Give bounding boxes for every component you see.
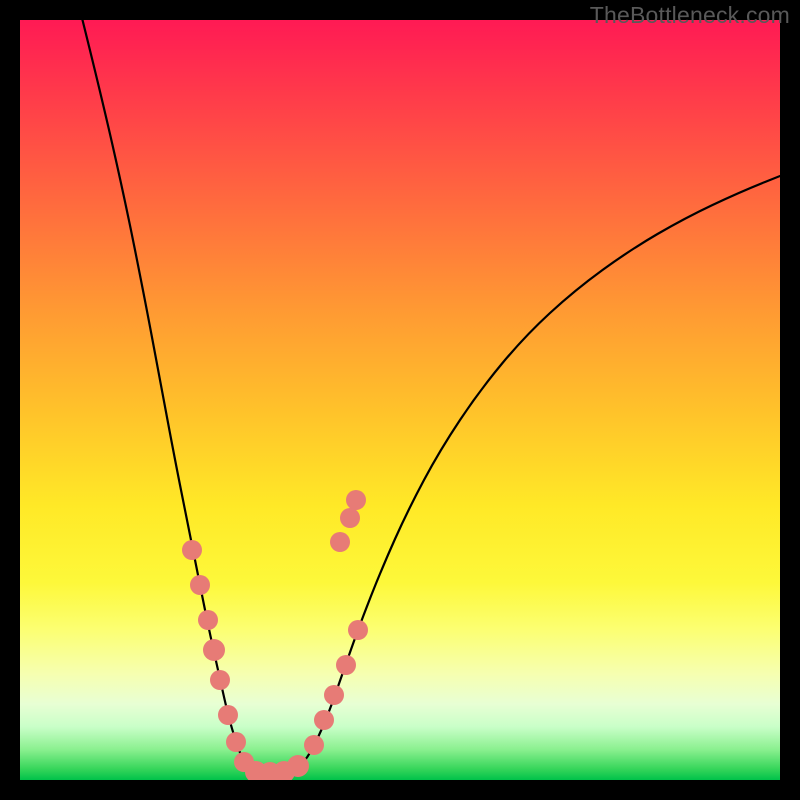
left-curve [80, 20, 262, 773]
data-point [198, 610, 218, 630]
plot-svg [20, 20, 780, 780]
chart-frame [20, 20, 780, 780]
data-point [226, 732, 246, 752]
data-point [190, 575, 210, 595]
data-point [287, 755, 309, 777]
data-point [348, 620, 368, 640]
data-point [340, 508, 360, 528]
data-point [346, 490, 366, 510]
curves-group [80, 20, 780, 774]
right-curve [298, 172, 780, 768]
watermark-text: TheBottleneck.com [590, 2, 790, 29]
data-point [203, 639, 225, 661]
data-point [304, 735, 324, 755]
data-point [336, 655, 356, 675]
data-point [314, 710, 334, 730]
data-point [210, 670, 230, 690]
data-point [324, 685, 344, 705]
data-point [182, 540, 202, 560]
data-point [218, 705, 238, 725]
data-point [330, 532, 350, 552]
